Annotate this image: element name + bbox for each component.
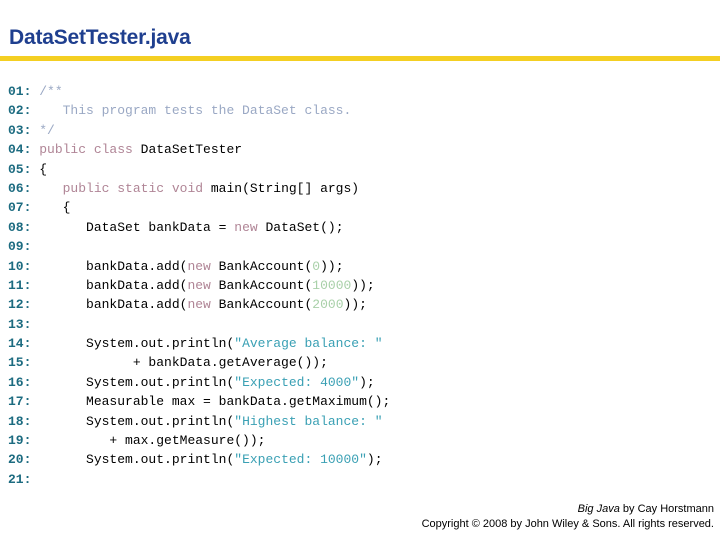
code-line: 18: System.out.println("Highest balance:… xyxy=(8,412,714,431)
code-line: 21: xyxy=(8,470,714,489)
slide-footer: Big Java by Cay Horstmann Copyright © 20… xyxy=(422,502,714,532)
code-token-num: 0 xyxy=(312,258,321,274)
code-token-kw: new xyxy=(187,277,219,293)
code-token-plain: { xyxy=(39,200,71,216)
code-line-number: 20: xyxy=(8,452,32,468)
code-token-plain: bankData.add( xyxy=(39,258,188,274)
code-token-plain: System.out.println( xyxy=(39,413,235,429)
footer-book-title: Big Java xyxy=(577,503,620,515)
code-line-number: 06: xyxy=(8,180,32,196)
code-line-number: 05: xyxy=(8,161,32,177)
code-line: 13: xyxy=(8,315,714,334)
code-gutter-gap xyxy=(31,239,39,254)
footer-copyright: Copyright © 2008 by John Wiley & Sons. A… xyxy=(421,518,714,530)
code-token-plain: ); xyxy=(359,374,375,390)
code-line-number: 15: xyxy=(8,355,32,371)
code-line-number: 18: xyxy=(8,413,32,429)
code-token-num: 10000 xyxy=(312,277,352,293)
code-token-plain: ); xyxy=(366,452,383,468)
code-line: 19: + max.getMeasure()); xyxy=(8,431,714,450)
code-token-str: "Expected: 10000" xyxy=(234,452,367,468)
code-line: 10: bankData.add(new BankAccount(0)); xyxy=(8,257,714,276)
code-token-plain: )); xyxy=(343,297,367,313)
footer-attribution: Big Java by Cay Horstmann xyxy=(422,502,714,517)
code-line: 03: */ xyxy=(8,121,714,140)
code-line: 12: bankData.add(new BankAccount(2000)); xyxy=(8,295,714,314)
code-line: 02: This program tests the DataSet class… xyxy=(8,101,714,120)
code-line: 14: System.out.println("Average balance:… xyxy=(8,334,714,353)
code-line-number: 11: xyxy=(8,277,32,293)
code-token-str: "Highest balance: " xyxy=(234,413,383,429)
code-token-plain: BankAccount( xyxy=(218,297,313,313)
code-token-plain: DataSetTester xyxy=(140,142,243,158)
code-line: 05: { xyxy=(8,160,714,179)
code-token-plain: { xyxy=(39,161,48,177)
code-line: 16: System.out.println("Expected: 4000")… xyxy=(8,373,714,392)
code-gutter-gap xyxy=(31,317,39,332)
code-token-plain: bankData.add( xyxy=(39,277,188,293)
code-line: 04: public class DataSetTester xyxy=(8,140,714,159)
code-token-plain: System.out.println( xyxy=(39,452,235,468)
code-line: 20: System.out.println("Expected: 10000"… xyxy=(8,450,714,469)
code-line-number: 21: xyxy=(8,471,32,487)
code-token-comment: /** xyxy=(39,84,63,99)
code-token-plain: System.out.println( xyxy=(39,336,235,352)
code-line-number: 07: xyxy=(8,200,32,216)
code-token-plain: BankAccount( xyxy=(218,277,313,293)
page-title: DataSetTester.java xyxy=(9,26,191,49)
code-token-num: 2000 xyxy=(312,297,344,313)
code-token-plain: + max.getMeasure()); xyxy=(39,433,266,449)
code-token-str: "Expected: 4000" xyxy=(234,374,360,390)
code-line-number: 14: xyxy=(8,336,32,352)
code-line-number: 19: xyxy=(8,433,32,449)
code-line: 08: DataSet bankData = new DataSet(); xyxy=(8,218,714,237)
code-token-plain: System.out.println( xyxy=(39,374,235,390)
title-divider-rule xyxy=(0,56,720,61)
code-token-plain: DataSet(); xyxy=(265,219,344,235)
code-line-number: 02: xyxy=(8,103,32,119)
code-line: 17: Measurable max = bankData.getMaximum… xyxy=(8,392,714,411)
code-line: 15: + bankData.getAverage()); xyxy=(8,353,714,372)
code-line-number: 17: xyxy=(8,394,32,410)
footer-byline: by Cay Horstmann xyxy=(619,503,714,515)
code-listing: 01: /** 02: This program tests the DataSe… xyxy=(8,82,714,489)
code-line-number: 01: xyxy=(8,84,32,99)
code-gutter-gap xyxy=(31,472,39,487)
code-line-number: 04: xyxy=(8,142,32,158)
code-token-plain: BankAccount( xyxy=(218,258,313,274)
code-line: 06: public static void main(String[] arg… xyxy=(8,179,714,198)
code-token-kw: public static void xyxy=(62,180,211,196)
code-token-kw: new xyxy=(187,297,219,313)
code-token-plain: + bankData.getAverage()); xyxy=(39,355,328,371)
code-token-kw: new xyxy=(234,219,266,235)
code-token-comment: */ xyxy=(39,122,55,138)
code-line-number: 10: xyxy=(8,258,32,274)
code-line: 09: xyxy=(8,237,714,256)
code-token-plain: )); xyxy=(351,277,375,293)
code-token-plain: DataSet bankData = xyxy=(39,219,235,235)
code-line-number: 16: xyxy=(8,374,32,390)
code-token-plain: main(String[] args) xyxy=(210,180,360,196)
code-token-str: "Average balance: " xyxy=(234,336,383,352)
code-token-comment: This program tests the DataSet class. xyxy=(39,103,352,119)
code-line: 07: { xyxy=(8,198,714,217)
code-line-number: 03: xyxy=(8,122,32,138)
code-token-kw: public class xyxy=(39,142,141,158)
code-line-number: 08: xyxy=(8,219,32,235)
code-line-number: 12: xyxy=(8,297,32,313)
code-token-plain: )); xyxy=(320,258,344,274)
code-line: 01: /** xyxy=(8,82,714,101)
code-token-plain: bankData.add( xyxy=(39,297,188,313)
code-token-kw: new xyxy=(187,258,219,274)
code-line-number: 09: xyxy=(8,239,32,255)
code-token-plain: Measurable max = bankData.getMaximum(); xyxy=(39,394,391,410)
code-line: 11: bankData.add(new BankAccount(10000))… xyxy=(8,276,714,295)
code-line-number: 13: xyxy=(8,316,32,332)
